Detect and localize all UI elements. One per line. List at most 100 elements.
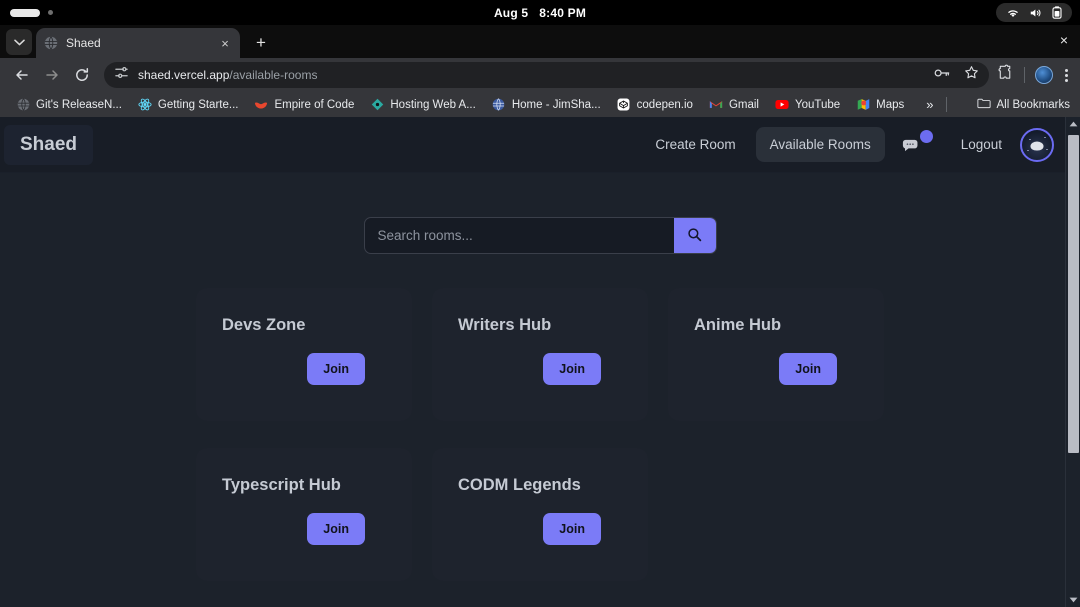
room-name: Writers Hub: [458, 316, 552, 334]
bookmark-label: Getting Starte...: [157, 98, 239, 111]
browser-tabstrip: Shaed × + ×: [0, 25, 1080, 58]
forward-button[interactable]: [38, 61, 66, 89]
search-section: [0, 217, 1080, 254]
bookmarks-overflow-button[interactable]: »: [920, 97, 939, 112]
wifi-icon[interactable]: [1006, 7, 1020, 19]
join-button[interactable]: Join: [307, 353, 365, 385]
browser-tab[interactable]: Shaed ×: [36, 28, 240, 58]
bookmark-item[interactable]: Home - JimSha...: [484, 95, 609, 115]
room-card[interactable]: Typescript Hub Join: [196, 448, 412, 581]
reload-button[interactable]: [68, 61, 96, 89]
room-name: CODM Legends: [458, 476, 581, 494]
status-dot-indicator: [48, 10, 53, 15]
all-bookmarks-button[interactable]: All Bookmarks: [976, 97, 1073, 112]
search-input[interactable]: [364, 218, 674, 253]
maps-icon: [856, 98, 870, 112]
join-button[interactable]: Join: [543, 353, 601, 385]
globe-blue-icon: [492, 98, 506, 112]
toolbar-divider: [1024, 67, 1025, 83]
chat-unread-badge: [919, 129, 933, 143]
bookmark-item[interactable]: Gmail: [701, 95, 767, 115]
os-clock-time: 8:40 PM: [539, 5, 587, 20]
os-left-indicators: [10, 8, 53, 17]
kebab-icon[interactable]: [1063, 68, 1070, 82]
app-header: Shaed Create Room Available Rooms Logout: [0, 117, 1080, 173]
address-bar-url: shaed.vercel.app/available-rooms: [138, 68, 317, 82]
browser-toolbar: shaed.vercel.app/available-rooms: [0, 58, 1080, 92]
room-card[interactable]: Anime Hub Join: [668, 288, 884, 421]
room-name: Devs Zone: [222, 316, 306, 334]
bookmark-label: Empire of Code: [274, 98, 355, 111]
bookmark-label: Gmail: [728, 98, 759, 111]
bookmark-item[interactable]: Maps: [848, 95, 912, 115]
os-clock: Aug 5 8:40 PM: [494, 6, 586, 20]
scrollbar-track[interactable]: [1066, 131, 1080, 593]
user-avatar[interactable]: [1020, 127, 1054, 162]
scrollbar-thumb[interactable]: [1068, 135, 1079, 453]
search-button[interactable]: [673, 218, 716, 253]
os-clock-date: Aug 5: [493, 5, 529, 20]
bookmark-item[interactable]: Hosting Web A...: [362, 95, 483, 115]
close-icon[interactable]: ×: [218, 37, 232, 50]
scroll-down-arrow-icon[interactable]: [1069, 593, 1078, 607]
all-bookmarks-label: All Bookmarks: [996, 98, 1071, 111]
youtube-icon: [775, 98, 789, 112]
room-name: Typescript Hub: [222, 476, 341, 494]
puzzle-icon[interactable]: [997, 64, 1014, 86]
window-pill-indicator: [10, 8, 40, 17]
room-card[interactable]: Writers Hub Join: [432, 288, 648, 421]
join-button[interactable]: Join: [543, 513, 601, 545]
app-nav: Create Room Available Rooms Logout: [641, 127, 1066, 162]
star-icon[interactable]: [964, 65, 979, 85]
page-viewport: Shaed Create Room Available Rooms Logout: [0, 117, 1080, 607]
bookmark-label: Maps: [876, 98, 905, 111]
tune-icon[interactable]: [114, 65, 129, 85]
nav-create-room[interactable]: Create Room: [641, 127, 749, 162]
join-button[interactable]: Join: [307, 513, 365, 545]
chat-bubble-icon[interactable]: [901, 129, 935, 160]
browser-tab-title: Shaed: [66, 36, 101, 50]
diamond-icon: [370, 98, 384, 112]
bookmark-label: codepen.io: [636, 98, 693, 111]
bookmark-item[interactable]: codepen.io: [609, 95, 701, 115]
bookmark-item[interactable]: YouTube: [767, 95, 848, 115]
battery-icon[interactable]: [1052, 6, 1062, 19]
bookmark-item[interactable]: Empire of Code: [246, 95, 362, 115]
bookmark-label: Home - JimSha...: [511, 98, 601, 111]
key-icon[interactable]: [934, 66, 950, 84]
nav-available-rooms[interactable]: Available Rooms: [755, 127, 885, 162]
shield-icon: [254, 98, 268, 112]
os-status-bar: Aug 5 8:40 PM: [0, 0, 1080, 25]
avatar-icon[interactable]: [1035, 66, 1053, 84]
address-bar-actions: [934, 65, 979, 85]
search-bar: [363, 217, 717, 254]
window-close-button[interactable]: ×: [1060, 33, 1068, 47]
globe-icon: [16, 98, 30, 112]
volume-icon[interactable]: [1029, 7, 1043, 19]
room-card[interactable]: Devs Zone Join: [196, 288, 412, 421]
page-scrollbar[interactable]: [1065, 117, 1080, 607]
scroll-up-arrow-icon[interactable]: [1069, 117, 1078, 131]
avatar-face: [1030, 141, 1044, 151]
bookmark-label: Hosting Web A...: [390, 98, 476, 111]
back-button[interactable]: [8, 61, 36, 89]
bookmark-label: YouTube: [794, 98, 841, 111]
bookmark-label: Git's ReleaseN...: [36, 98, 122, 111]
globe-icon: [44, 36, 58, 50]
os-tray[interactable]: [996, 3, 1072, 22]
react-icon: [138, 98, 152, 112]
gmail-icon: [709, 98, 723, 112]
join-button[interactable]: Join: [779, 353, 837, 385]
address-bar[interactable]: shaed.vercel.app/available-rooms: [104, 62, 989, 88]
tab-search-button[interactable]: [6, 29, 32, 55]
page-content: Devs Zone Join Writers Hub Join Anime Hu…: [0, 173, 1080, 581]
app-brand[interactable]: Shaed: [4, 124, 94, 165]
new-tab-button[interactable]: +: [248, 30, 274, 56]
logout-button[interactable]: Logout: [947, 137, 1014, 152]
url-path: /available-rooms: [229, 68, 318, 82]
bookmark-item[interactable]: Git's ReleaseN...: [8, 95, 130, 115]
rooms-grid: Devs Zone Join Writers Hub Join Anime Hu…: [0, 288, 1080, 581]
bookmark-item[interactable]: Getting Starte...: [130, 95, 247, 115]
toolbar-right-actions: [997, 64, 1072, 86]
room-card[interactable]: CODM Legends Join: [432, 448, 648, 581]
